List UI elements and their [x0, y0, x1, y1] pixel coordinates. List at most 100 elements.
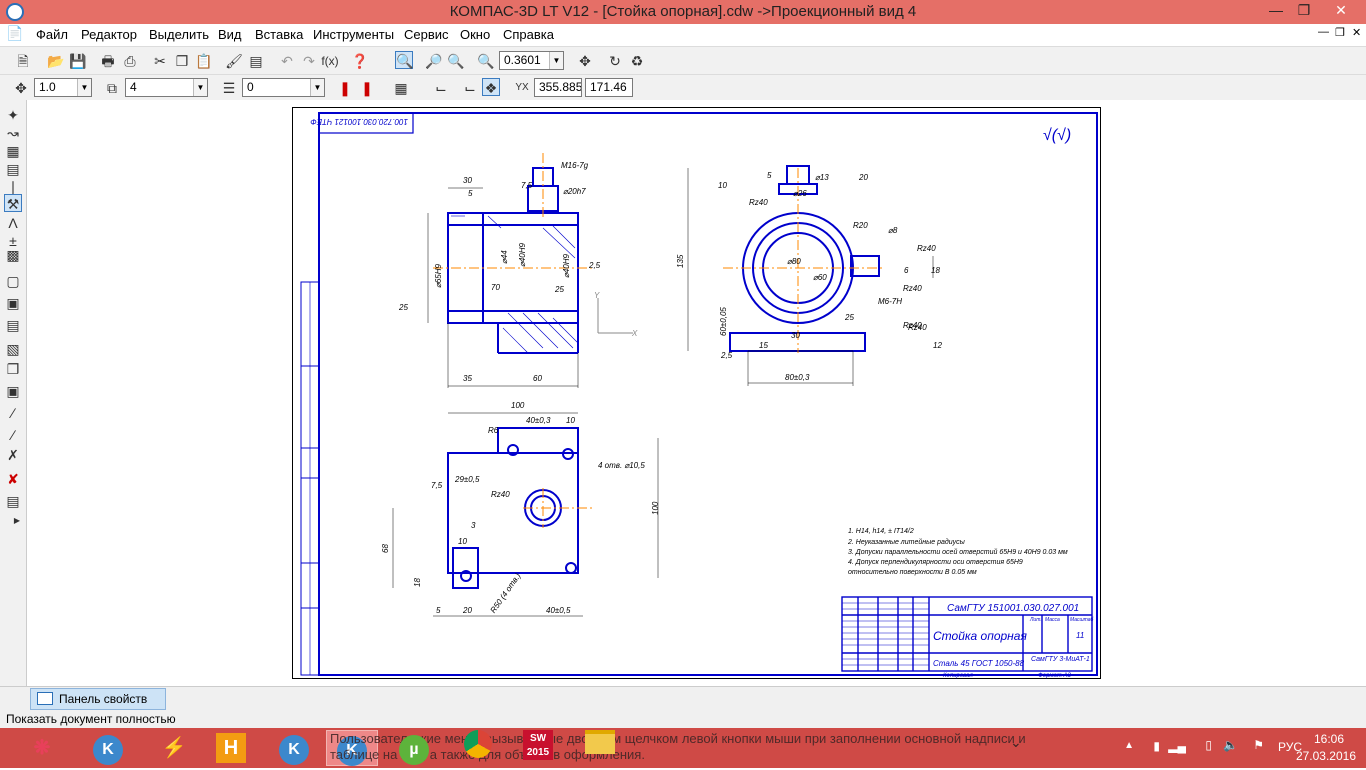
- symbols-icon[interactable]: ▦: [4, 142, 22, 160]
- print-icon[interactable]: ⎙: [121, 52, 139, 70]
- view-manage-icon[interactable]: ▣: [4, 294, 22, 312]
- clock-time[interactable]: 16:06: [1314, 732, 1344, 746]
- new-icon[interactable]: 🗎: [14, 52, 32, 70]
- menu-insert[interactable]: Вставка: [255, 27, 303, 42]
- svg-text:40±0,3: 40±0,3: [526, 416, 551, 425]
- document-icon[interactable]: 📄: [6, 24, 24, 42]
- chevron-down-icon[interactable]: ▼: [310, 79, 324, 96]
- menu-file[interactable]: Файл: [36, 27, 68, 42]
- undo-icon[interactable]: ↶: [278, 52, 296, 70]
- pan-icon[interactable]: ✥: [576, 52, 594, 70]
- local-snap-icon[interactable]: ❚: [358, 79, 376, 97]
- svg-text:15: 15: [759, 341, 768, 350]
- ortho-icon[interactable]: ⌙: [461, 79, 479, 97]
- format-painter-icon[interactable]: 🖌: [225, 52, 243, 70]
- layer-field[interactable]: 0 ▼: [242, 78, 325, 97]
- redo-icon[interactable]: ↷: [300, 52, 318, 70]
- reports-icon[interactable]: ▩: [4, 246, 22, 264]
- lightning-app-icon[interactable]: ⚡: [148, 730, 200, 766]
- show-hidden-icons[interactable]: ▲: [1124, 740, 1134, 751]
- coord-y-field[interactable]: 171.46: [585, 78, 633, 97]
- print-preview-icon[interactable]: 🖶: [99, 52, 117, 70]
- coord-x-field[interactable]: 355.885: [534, 78, 582, 97]
- help-pointer-icon[interactable]: ❓: [351, 52, 369, 70]
- delete-icon[interactable]: ✗: [4, 446, 22, 464]
- menu-edit[interactable]: Редактор: [81, 27, 137, 42]
- chevron-down-icon[interactable]: ⌄: [1010, 734, 1022, 751]
- kompas-app-icon[interactable]: K: [82, 730, 134, 766]
- drawing-sheet[interactable]: 100.720.030.100121 ЧТЕФ √(√) M16-7g ⌀20h…: [292, 107, 1101, 679]
- dimensions-icon[interactable]: ↝: [4, 124, 22, 142]
- menu-window[interactable]: Окно: [460, 27, 490, 42]
- chrome-icon[interactable]: [452, 730, 504, 766]
- close-button[interactable]: ✕: [1318, 0, 1364, 22]
- chevron-down-icon[interactable]: ▼: [77, 79, 91, 96]
- properties-panel-tab[interactable]: Панель свойств: [30, 688, 166, 710]
- menu-select[interactable]: Выделить: [149, 27, 209, 42]
- zoom-window-icon[interactable]: 🔍: [447, 52, 465, 70]
- line-icon[interactable]: ∕: [4, 404, 22, 422]
- h-app-icon[interactable]: H: [205, 730, 257, 766]
- grid-icon[interactable]: ▦: [392, 79, 410, 97]
- fragment-icon[interactable]: ▤: [4, 316, 22, 334]
- svg-text:⌀44: ⌀44: [500, 250, 509, 264]
- menu-service[interactable]: Сервис: [404, 27, 449, 42]
- save-icon[interactable]: 💾: [69, 52, 87, 70]
- cancel-icon[interactable]: ✘: [4, 470, 22, 488]
- utorrent-icon[interactable]: µ: [388, 730, 440, 766]
- show-all-icon[interactable]: 🔍: [395, 51, 413, 69]
- svg-text:⌀65H9: ⌀65H9: [434, 264, 443, 288]
- line-scale-field[interactable]: 1.0 ▼: [34, 78, 92, 97]
- device-icon[interactable]: ▮: [1153, 739, 1160, 753]
- expand-arrow-icon[interactable]: ▶: [8, 512, 26, 530]
- cut-icon[interactable]: ✂: [151, 52, 169, 70]
- edit-icon[interactable]: ▤: [4, 160, 22, 178]
- menu-tools[interactable]: Инструменты: [313, 27, 394, 42]
- solidworks-icon[interactable]: SW 2015: [512, 730, 564, 766]
- mdi-minimize-button[interactable]: —: [1318, 26, 1329, 38]
- function-icon[interactable]: f(x): [321, 52, 339, 70]
- local-cs-icon[interactable]: ⌙: [432, 79, 450, 97]
- zoom-scale-icon[interactable]: 🔍: [477, 52, 495, 70]
- zoom-in-icon[interactable]: 🔎: [425, 52, 443, 70]
- layers-panel-icon[interactable]: ▤: [4, 492, 22, 510]
- explorer-icon[interactable]: [574, 730, 626, 766]
- measure-icon[interactable]: ⚒: [4, 194, 22, 212]
- refresh-icon[interactable]: ↻: [606, 52, 624, 70]
- paste-icon[interactable]: 📋: [195, 52, 213, 70]
- layers-icon[interactable]: ☰: [220, 79, 238, 97]
- mdi-close-button[interactable]: ✕: [1352, 26, 1361, 39]
- chevron-down-icon[interactable]: ▼: [549, 52, 563, 69]
- coord-y-value: 171.46: [590, 80, 627, 94]
- restore-button[interactable]: ❐: [1290, 0, 1318, 22]
- copy-icon[interactable]: ❐: [173, 52, 191, 70]
- hatch-icon[interactable]: ▧: [4, 340, 22, 358]
- battery-icon[interactable]: ▯: [1205, 738, 1212, 752]
- layer-icon[interactable]: ⧉: [103, 79, 121, 97]
- kompas-graph-app-icon[interactable]: ❋: [16, 730, 68, 766]
- zoom-field[interactable]: 0.3601 ▼: [499, 51, 564, 70]
- copy-objects-icon[interactable]: ❐: [4, 360, 22, 378]
- select-icon[interactable]: Λ: [4, 214, 22, 232]
- mdi-restore-button[interactable]: ❐: [1335, 26, 1345, 39]
- macro-icon[interactable]: ▣: [4, 382, 22, 400]
- trim-icon[interactable]: ∕: [4, 426, 22, 444]
- geometry-icon[interactable]: ✦: [4, 106, 22, 124]
- kompas-app-2-icon[interactable]: K: [268, 730, 320, 766]
- snap-magnet-icon[interactable]: ❚: [336, 79, 354, 97]
- redraw-icon[interactable]: ♻: [628, 52, 646, 70]
- chevron-down-icon[interactable]: ▼: [193, 79, 207, 96]
- flag-icon[interactable]: ⚑: [1253, 738, 1264, 752]
- signal-icon[interactable]: ▂▄: [1168, 739, 1186, 753]
- minimize-button[interactable]: —: [1262, 0, 1290, 22]
- parametric-icon[interactable]: ❖: [482, 78, 500, 96]
- insert-icon[interactable]: ▢: [4, 272, 22, 290]
- menu-view[interactable]: Вид: [218, 27, 242, 42]
- view-field[interactable]: 4 ▼: [125, 78, 208, 97]
- step-icon[interactable]: ✥: [12, 79, 30, 97]
- clock-date[interactable]: 27.03.2016: [1296, 749, 1356, 763]
- properties-icon[interactable]: ▤: [247, 52, 265, 70]
- open-icon[interactable]: 📂: [47, 52, 65, 70]
- menu-help[interactable]: Справка: [503, 27, 554, 42]
- volume-icon[interactable]: 🔈: [1223, 738, 1238, 752]
